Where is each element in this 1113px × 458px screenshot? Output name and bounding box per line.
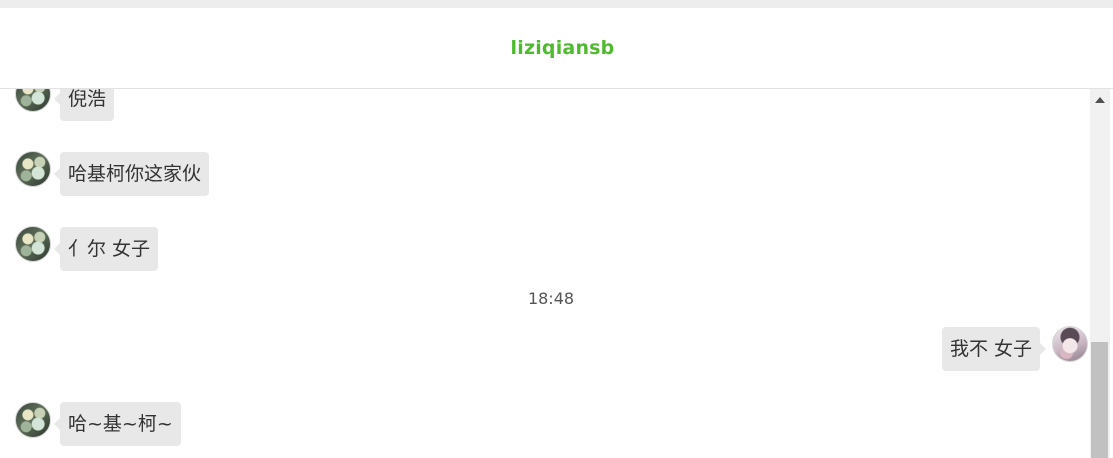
chat-title: liziqiansb	[510, 37, 615, 59]
chat-header: liziqiansb	[0, 8, 1113, 89]
contact-avatar[interactable]	[15, 402, 51, 438]
contact-avatar[interactable]	[15, 226, 51, 262]
message-bubble-received[interactable]: 亻尔 女子	[53, 227, 159, 271]
contact-avatar[interactable]	[15, 151, 51, 187]
scroll-up-arrow-icon[interactable]	[1090, 89, 1110, 111]
scrollbar-thumb[interactable]	[1091, 342, 1108, 458]
message-list[interactable]: 倪浩 哈基柯你这家伙 亻尔 女子 18:48 我不 女子 哈~基~柯~	[0, 89, 1090, 458]
contact-avatar[interactable]	[15, 89, 51, 112]
message-bubble-received[interactable]: 倪浩	[53, 89, 115, 121]
message-timestamp: 18:48	[527, 289, 575, 308]
message-bubble-received[interactable]: 哈基柯你这家伙	[53, 152, 210, 196]
user-avatar[interactable]	[1052, 326, 1088, 362]
vertical-scrollbar[interactable]	[1090, 89, 1110, 458]
message-bubble-received[interactable]: 哈~基~柯~	[54, 402, 181, 446]
window-top-strip	[0, 0, 1113, 8]
message-bubble-sent[interactable]: 我不 女子	[942, 327, 1047, 371]
